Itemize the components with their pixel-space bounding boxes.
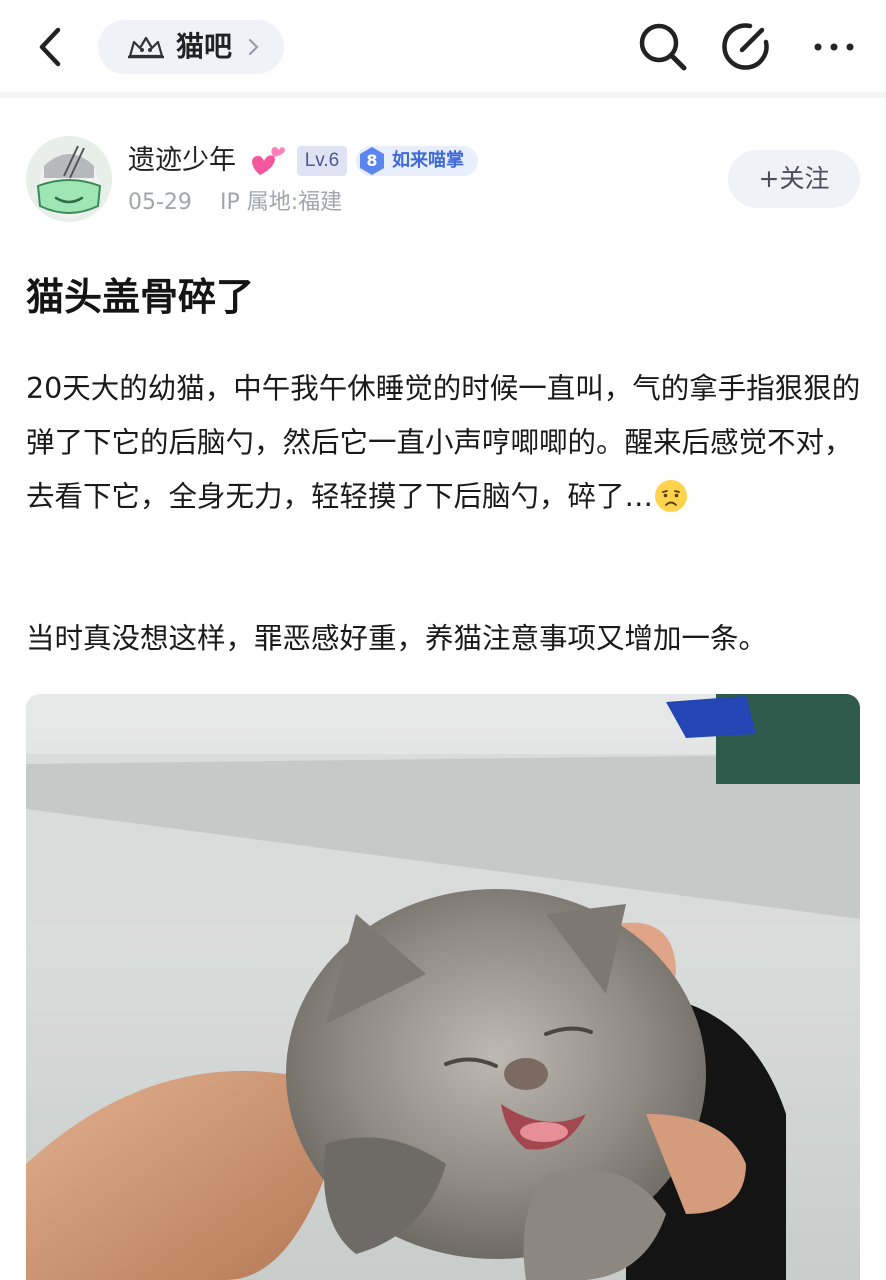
title-badge[interactable]: 8 如来喵掌 [356,146,478,176]
forum-name: 猫吧 [176,30,233,63]
kitten-photo [26,694,860,1280]
header-divider [0,92,886,98]
sad-face-emoji [655,480,688,512]
author-name[interactable]: 遗迹少年 [128,143,236,179]
avatar[interactable] [26,136,112,222]
sparkling-hearts-icon [252,147,285,175]
badge-number: 8 [366,151,378,170]
post-paragraph-2: 当时真没想这样，罪恶感好重，养猫注意事项又增加一条。 [26,622,768,655]
edit-icon[interactable] [720,20,772,72]
level-badge: Lv.6 [297,146,347,176]
badge-title: 如来喵掌 [392,150,464,171]
back-arrow-icon[interactable] [30,22,74,72]
ip-location: IP 属地:福建 [220,190,343,215]
post-date: 05-29 [128,190,192,215]
follow-button[interactable]: +关注 [728,150,860,208]
post-image[interactable] [26,694,860,1280]
search-icon[interactable] [636,20,688,72]
forum-link-pill[interactable]: 猫吧 [98,20,284,74]
post-paragraph-1-text: 20天大的幼猫，中午我午休睡觉的时候一直叫，气的拿手指狠狠的弹了下它的后脑勺，然… [26,372,861,513]
more-icon[interactable] [808,20,860,72]
chevron-right-icon [248,38,259,56]
post-title: 猫头盖骨碎了 [26,275,255,319]
avatar-image [26,136,112,222]
forum-logo-icon [128,36,164,59]
top-navigation-bar: 猫吧 [0,0,886,92]
post-paragraph-1: 20天大的幼猫，中午我午休睡觉的时候一直叫，气的拿手指狠狠的弹了下它的后脑勺，然… [26,362,866,524]
